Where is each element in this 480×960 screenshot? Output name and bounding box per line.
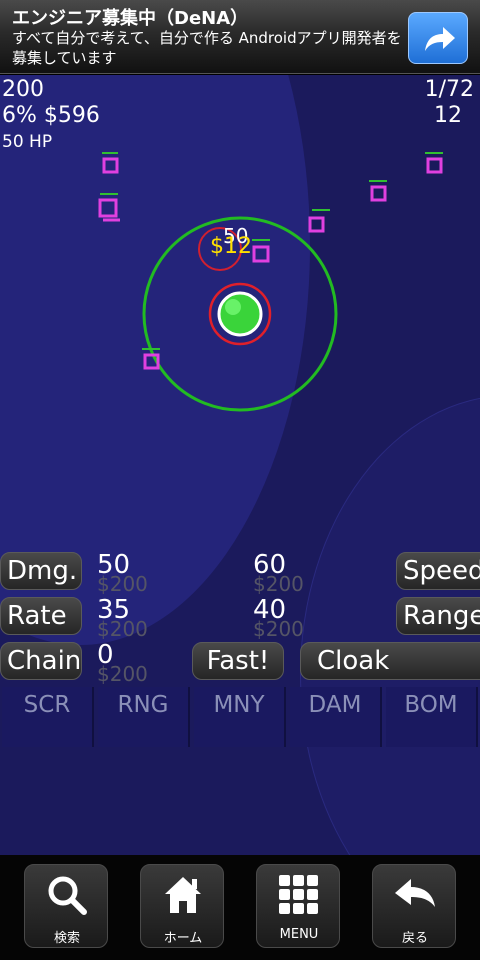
tab-mny[interactable]: MNY xyxy=(194,687,286,747)
tab-rng[interactable]: RNG xyxy=(98,687,190,747)
damage-upgrade-button[interactable]: Dmg. xyxy=(0,552,82,590)
house-icon xyxy=(165,877,201,913)
home-button[interactable]: ホーム xyxy=(140,864,224,948)
enemy xyxy=(425,152,443,174)
rate-cost: $200 xyxy=(97,617,148,641)
bottom-nav: 検索 ホーム MENU 戻る xyxy=(0,855,480,960)
ad-open-button[interactable] xyxy=(408,12,468,64)
rate-upgrade-button[interactable]: Rate xyxy=(0,597,82,635)
tab-dam[interactable]: DAM xyxy=(290,687,382,747)
back-label: 戻る xyxy=(401,931,428,946)
enemy xyxy=(308,209,330,233)
tower-highlight xyxy=(225,299,241,315)
cloak-button[interactable]: Cloak xyxy=(300,642,480,680)
search-label: 検索 xyxy=(53,931,80,946)
home-label: ホーム xyxy=(163,931,203,946)
back-arrow-icon xyxy=(395,879,435,907)
tab-scr[interactable]: SCR xyxy=(2,687,94,747)
menu-label: MENU xyxy=(279,927,319,942)
enemy xyxy=(252,239,270,263)
reward-popup: $12 xyxy=(210,234,252,259)
enemy xyxy=(102,152,119,174)
range-upgrade-button[interactable]: Range xyxy=(396,597,480,635)
grid-icon xyxy=(279,875,318,914)
chain-upgrade-button[interactable]: Chain xyxy=(0,642,82,680)
ad-text: すべて自分で考えて、自分で作る Androidアプリ開発者を募集しています xyxy=(12,29,402,67)
tab-bom[interactable]: BOM xyxy=(386,687,478,747)
game-field[interactable]: 200 6% $596 50 HP 1/72 12 50 $12 Dmg. 50… xyxy=(0,75,480,855)
search-button[interactable]: 検索 xyxy=(24,864,108,948)
enemy xyxy=(369,180,387,202)
fast-button[interactable]: Fast! xyxy=(192,642,284,680)
upgrade-tabs: SCR RNG MNY DAM BOM xyxy=(0,687,480,749)
back-button[interactable]: 戻る xyxy=(372,864,456,948)
damage-next-cost: $200 xyxy=(253,572,304,596)
damage-cost: $200 xyxy=(97,572,148,596)
tower[interactable] xyxy=(217,291,263,337)
speed-upgrade-button[interactable]: Speed xyxy=(396,552,480,590)
rate-next-cost: $200 xyxy=(253,617,304,641)
ad-banner[interactable]: エンジニア募集中（DeNA） すべて自分で考えて、自分で作る Androidアプ… xyxy=(0,0,480,74)
share-arrow-icon xyxy=(425,27,455,51)
ad-title: エンジニア募集中（DeNA） xyxy=(12,8,249,29)
chain-cost: $200 xyxy=(97,662,148,686)
menu-button[interactable]: MENU xyxy=(256,864,340,948)
enemy xyxy=(98,193,120,222)
magnifier-icon xyxy=(48,876,87,915)
